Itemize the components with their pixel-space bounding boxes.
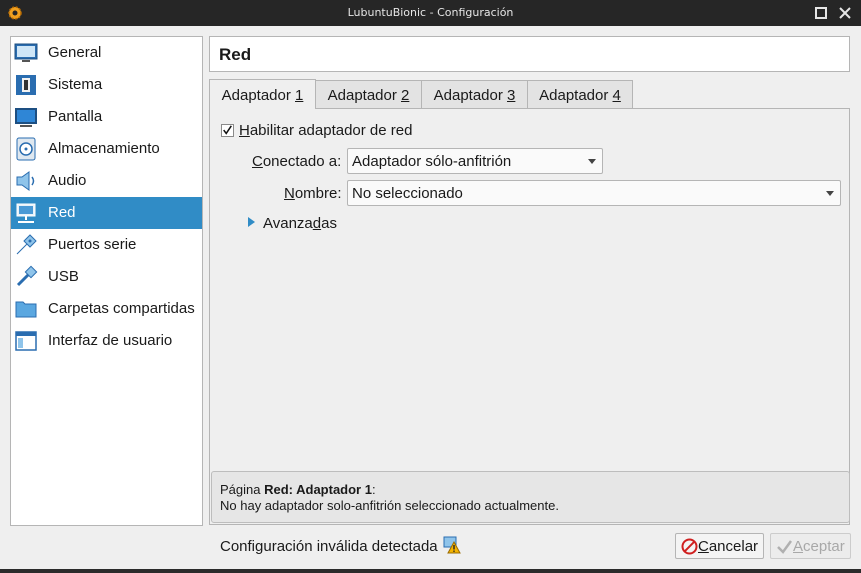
serial-port-icon bbox=[16, 234, 37, 255]
tab-adapter-2[interactable]: Adaptador 2 bbox=[315, 80, 422, 108]
window-bottom-edge bbox=[0, 569, 861, 573]
enable-adapter-checkbox[interactable] bbox=[221, 124, 234, 137]
sidebar-item-label: Carpetas compartidas bbox=[48, 300, 195, 317]
sidebar-item-label: Almacenamiento bbox=[48, 140, 160, 157]
info-prefix: Página bbox=[220, 482, 265, 497]
tab-mnemonic: 1 bbox=[295, 87, 304, 104]
tab-label: Adaptador bbox=[433, 87, 508, 104]
tab-mnemonic: 4 bbox=[612, 87, 621, 104]
folder-icon bbox=[15, 301, 37, 318]
page-info-box: Página Red: Adaptador 1: No hay adaptado… bbox=[211, 471, 850, 523]
sidebar-item-serial-ports[interactable]: Puertos serie bbox=[11, 229, 202, 261]
chevron-down-icon bbox=[588, 159, 596, 164]
adapter-panel: Habilitar adaptador de red Conectado a: … bbox=[209, 108, 850, 525]
tab-label: Adaptador bbox=[221, 87, 296, 104]
expand-arrow-icon[interactable] bbox=[248, 217, 255, 227]
close-icon[interactable] bbox=[839, 7, 851, 19]
sidebar-item-storage[interactable]: Almacenamiento bbox=[11, 133, 202, 165]
tab-adapter-1[interactable]: Adaptador 1 bbox=[209, 79, 316, 109]
window-icon bbox=[15, 331, 37, 351]
sidebar-item-shared-folders[interactable]: Carpetas compartidas bbox=[11, 293, 202, 325]
name-select[interactable]: No seleccionado bbox=[347, 180, 841, 206]
info-message: No hay adaptador solo-anfitrión seleccio… bbox=[220, 498, 559, 513]
validation-status: Configuración inválida detectada bbox=[220, 538, 438, 555]
sidebar-item-system[interactable]: Sistema bbox=[11, 69, 202, 101]
tab-label: Adaptador bbox=[327, 87, 402, 104]
maximize-button[interactable] bbox=[815, 7, 827, 19]
sidebar-item-label: Red bbox=[48, 204, 76, 221]
tab-mnemonic: 3 bbox=[507, 87, 516, 104]
name-value: No seleccionado bbox=[352, 185, 463, 202]
settings-sidebar: General Sistema Pantalla Almacenamiento … bbox=[10, 36, 203, 526]
title-bar: LubuntuBionic - Configuración bbox=[0, 0, 861, 26]
sidebar-item-label: Puertos serie bbox=[48, 236, 137, 253]
checkmark-icon bbox=[223, 125, 232, 135]
accept-button[interactable]: Aceptar bbox=[770, 533, 851, 559]
tab-label: Adaptador bbox=[539, 87, 613, 104]
sidebar-item-network[interactable]: Red bbox=[11, 197, 202, 229]
page-title-box: Red bbox=[209, 36, 850, 72]
sidebar-item-label: USB bbox=[48, 268, 79, 285]
sidebar-item-display[interactable]: Pantalla bbox=[11, 101, 202, 133]
sidebar-item-user-interface[interactable]: Interfaz de usuario bbox=[11, 325, 202, 357]
speaker-icon bbox=[16, 171, 35, 191]
info-page-name: Red: Adaptador 1 bbox=[264, 482, 372, 497]
sidebar-item-label: Audio bbox=[48, 172, 87, 189]
advanced-toggle[interactable]: Avanzadas bbox=[263, 215, 337, 232]
window-title: LubuntuBionic - Configuración bbox=[347, 6, 514, 19]
settings-window: General Sistema Pantalla Almacenamiento … bbox=[0, 26, 861, 569]
sidebar-item-label: General bbox=[48, 44, 102, 61]
usb-icon bbox=[16, 265, 38, 287]
warning-icon[interactable] bbox=[443, 536, 461, 554]
enable-adapter-label[interactable]: Habilitar adaptador de red bbox=[239, 122, 412, 139]
monitor-icon bbox=[14, 43, 38, 62]
tab-mnemonic: 2 bbox=[401, 87, 410, 104]
sidebar-item-label: Sistema bbox=[48, 76, 103, 93]
name-label: Nombre: bbox=[284, 185, 342, 202]
disk-icon bbox=[16, 137, 36, 161]
page-title: Red bbox=[219, 45, 252, 64]
sidebar-item-usb[interactable]: USB bbox=[11, 261, 202, 293]
chip-icon bbox=[16, 75, 36, 95]
attached-to-label: Conectado a: bbox=[252, 153, 342, 170]
sidebar-item-label: Pantalla bbox=[48, 108, 103, 125]
sidebar-item-label: Interfaz de usuario bbox=[48, 332, 173, 349]
check-icon bbox=[777, 540, 793, 554]
display-icon bbox=[15, 108, 37, 127]
attached-to-select[interactable]: Adaptador sólo-anfitrión bbox=[347, 148, 603, 174]
sidebar-item-general[interactable]: General bbox=[11, 37, 202, 69]
cancel-button[interactable]: Cancelar bbox=[675, 533, 764, 559]
network-icon bbox=[16, 203, 36, 223]
tab-adapter-4[interactable]: Adaptador 4 bbox=[527, 80, 633, 108]
tab-adapter-3[interactable]: Adaptador 3 bbox=[421, 80, 528, 108]
attached-to-value: Adaptador sólo-anfitrión bbox=[352, 153, 512, 170]
chevron-down-icon bbox=[826, 191, 834, 196]
sidebar-item-audio[interactable]: Audio bbox=[11, 165, 202, 197]
cancel-icon bbox=[681, 538, 698, 555]
